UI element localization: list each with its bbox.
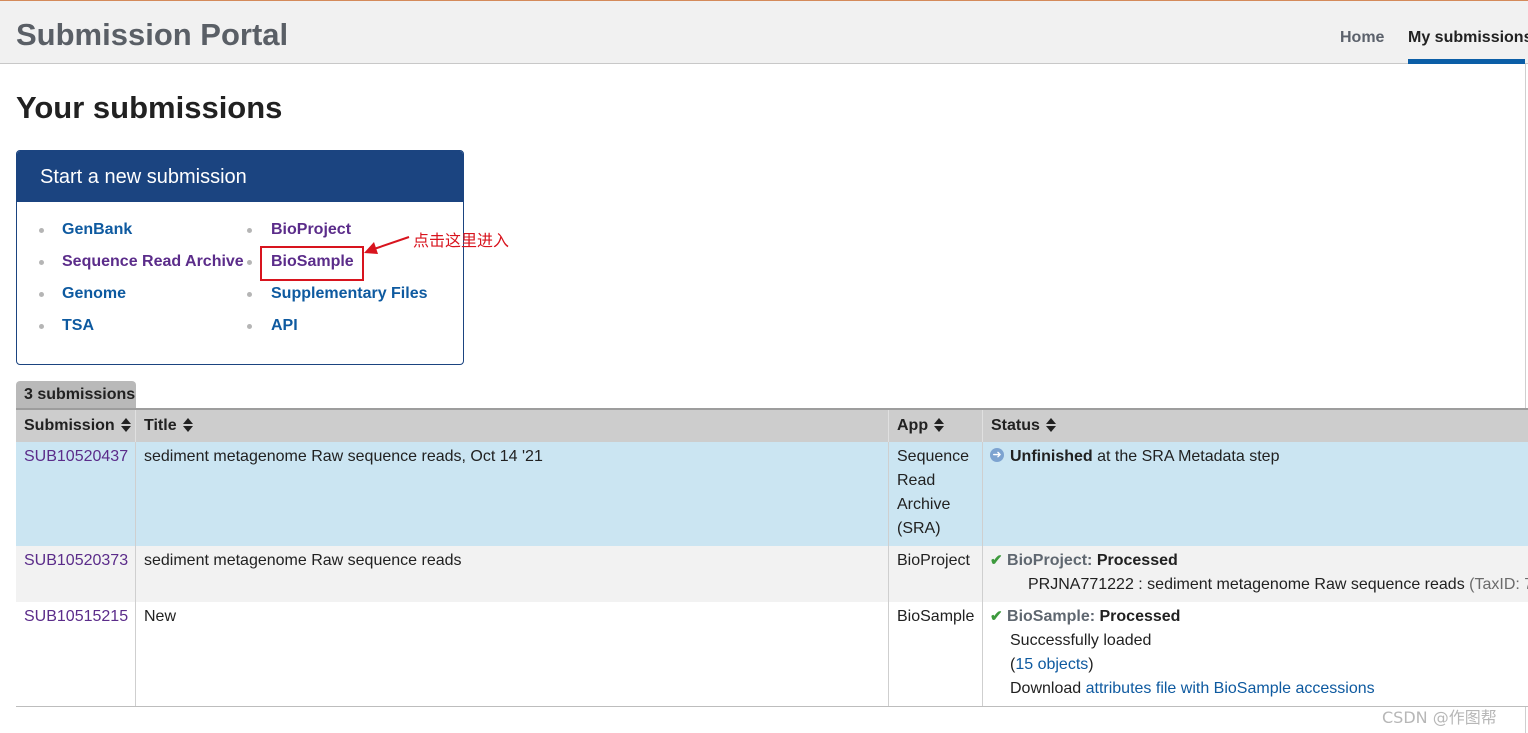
submission-count-tab: 3 submissions [16, 381, 136, 408]
column-divider [888, 410, 889, 442]
bullet [39, 260, 44, 265]
submission-id-link[interactable]: SUB10520373 [24, 549, 128, 573]
column-divider [135, 442, 136, 706]
status-objects: (15 objects) [1010, 653, 1094, 677]
column-header-submission[interactable]: Submission [24, 410, 131, 442]
bullet [39, 292, 44, 297]
app-line: Archive [897, 496, 951, 513]
status-label: BioProject: [1007, 552, 1093, 569]
watermark: CSDN @作图帮 [1382, 708, 1497, 727]
nav-home-link[interactable]: Home [1340, 29, 1384, 47]
submission-app: BioSample [897, 608, 975, 625]
new-submission-panel-title: Start a new submission [17, 151, 463, 202]
column-divider [135, 410, 136, 442]
submission-id-link[interactable]: SUB10515215 [24, 605, 128, 629]
accession-line: PRJNA771222 : sediment metagenome Raw se… [1028, 576, 1465, 593]
checkmark-icon: ✔ [990, 608, 1003, 625]
annotation-label: 点击这里进入 [413, 231, 510, 250]
sort-icon[interactable] [1045, 417, 1056, 432]
link-api[interactable]: API [271, 317, 298, 335]
app-line: Sequence [897, 448, 970, 465]
status-state: Processed [1099, 608, 1181, 625]
sort-icon[interactable] [934, 417, 945, 432]
status-download: Download attributes file with BioSample … [1010, 677, 1375, 701]
arrow-right-circle-icon: ➜ [990, 447, 1004, 462]
table-bottom-border [16, 706, 1528, 707]
paren-close: ) [1088, 656, 1094, 673]
link-sequence-read-archive[interactable]: Sequence Read Archive [62, 253, 244, 271]
column-header-status[interactable]: Status [991, 410, 1056, 442]
submission-id-link[interactable]: SUB10520437 [24, 445, 128, 469]
status-accession: PRJNA771222 : sediment metagenome Raw se… [1028, 573, 1528, 597]
column-header-app[interactable]: App [897, 410, 945, 442]
column-header-label: Title [144, 417, 177, 434]
column-divider [888, 442, 889, 706]
status-detail: at the SRA Metadata step [1097, 448, 1280, 465]
link-genome[interactable]: Genome [62, 285, 126, 303]
column-header-label: Status [991, 417, 1040, 434]
column-header-label: App [897, 417, 929, 434]
portal-title[interactable]: Submission Portal [16, 18, 288, 52]
active-nav-indicator [1408, 59, 1525, 64]
sort-icon[interactable] [120, 417, 131, 432]
column-header-title[interactable]: Title [144, 410, 193, 442]
submission-status: ✔ BioSample: Processed [990, 605, 1180, 629]
submission-title: New [144, 608, 177, 625]
status-state: Processed [1096, 552, 1178, 569]
annotation-arrow-icon [364, 236, 410, 254]
app-line: (SRA) [897, 520, 941, 537]
submission-title: sediment metagenome Raw sequence reads [144, 552, 462, 569]
submission-app: BioProject [897, 552, 970, 569]
link-genbank[interactable]: GenBank [62, 221, 132, 239]
submission-status: ✔ BioProject: Processed [990, 549, 1178, 573]
link-bioproject[interactable]: BioProject [271, 221, 351, 239]
link-supplementary-files[interactable]: Supplementary Files [271, 285, 428, 303]
portal-header: Submission Portal Home My submissions [0, 1, 1528, 64]
submission-status: ➜ Unfinished at the SRA Metadata step [990, 445, 1279, 469]
column-divider [982, 410, 983, 442]
app-line: Read [897, 472, 936, 489]
nav-my-submissions-link[interactable]: My submissions [1408, 29, 1528, 47]
submission-title: sediment metagenome Raw sequence reads, … [144, 448, 543, 465]
column-divider [982, 442, 983, 706]
sort-icon[interactable] [182, 417, 193, 432]
status-label: BioSample: [1007, 608, 1096, 625]
page-title: Your submissions [16, 90, 283, 125]
download-prefix: Download [1010, 680, 1082, 697]
objects-link[interactable]: 15 objects [1015, 656, 1088, 673]
table-header: Submission Title App Status [16, 410, 1528, 442]
biosample-highlight-box [260, 246, 364, 281]
submission-app: Sequence Read Archive (SRA) [897, 445, 969, 541]
bullet [247, 292, 252, 297]
bullet [247, 228, 252, 233]
link-tsa[interactable]: TSA [62, 317, 94, 335]
download-attributes-link[interactable]: attributes file with BioSample accession… [1086, 680, 1375, 697]
taxid: (TaxID: 74 [1469, 576, 1528, 593]
bullet [247, 324, 252, 329]
checkmark-icon: ✔ [990, 552, 1003, 569]
bullet [39, 228, 44, 233]
status-state: Unfinished [1010, 448, 1093, 465]
column-header-label: Submission [24, 417, 115, 434]
bullet [247, 260, 252, 265]
bullet [39, 324, 44, 329]
status-loaded: Successfully loaded [1010, 632, 1152, 649]
